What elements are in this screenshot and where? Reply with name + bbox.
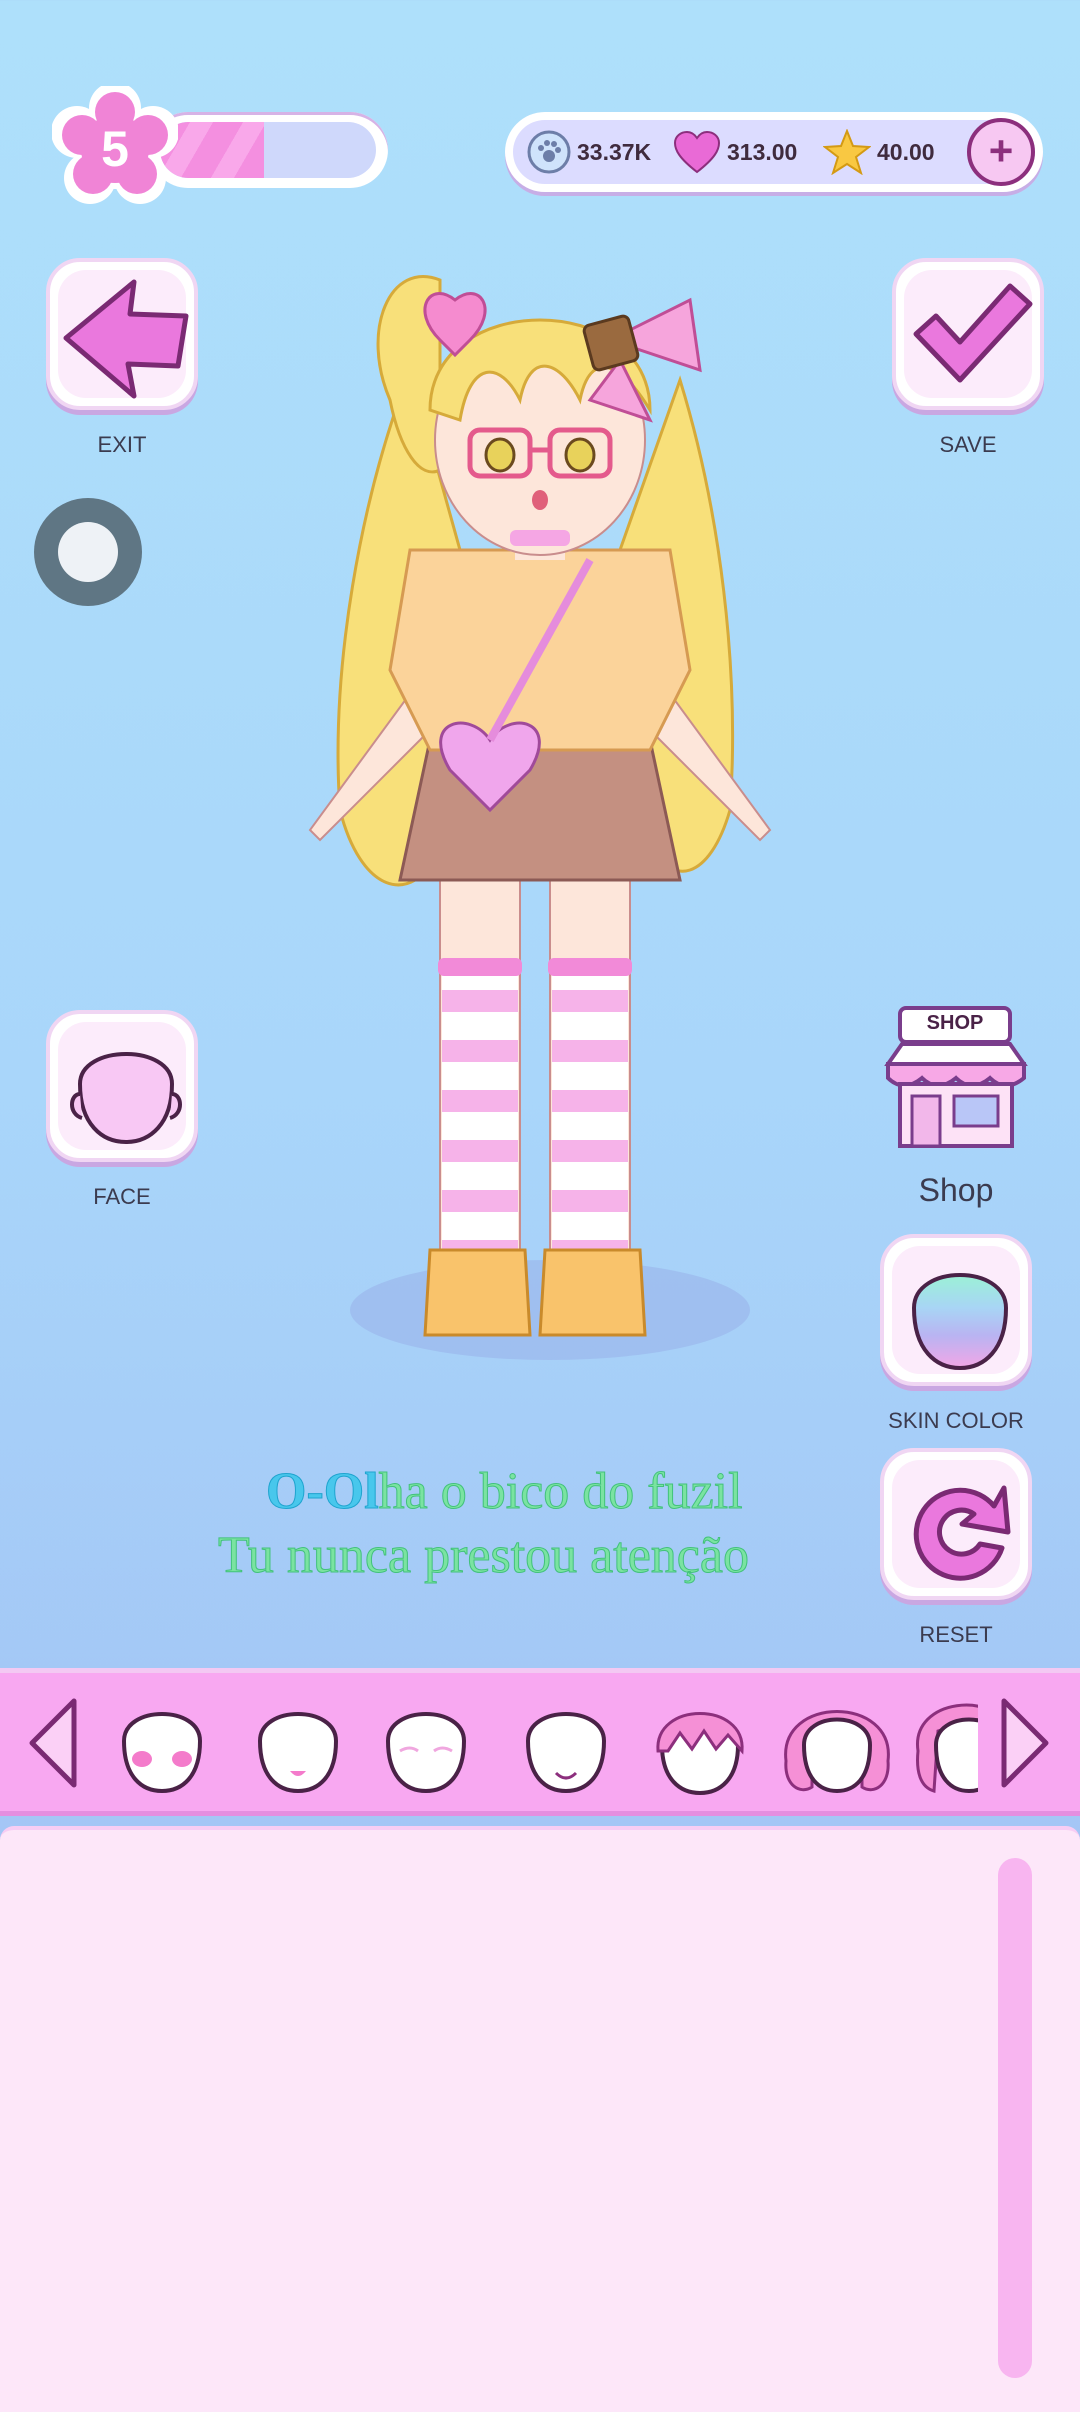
hair-short-icon (656, 1712, 744, 1796)
face-smile-icon (525, 1712, 607, 1794)
save-button[interactable] (892, 258, 1044, 410)
head-icon (70, 1052, 182, 1145)
star-counter: 40.00 (823, 120, 935, 184)
face-mouth-icon (257, 1712, 339, 1794)
xp-progress-bar (150, 112, 388, 188)
skin-color-label: SKIN COLOR (888, 1408, 1024, 1433)
hair-bob-icon (784, 1710, 890, 1794)
item-hair-side-pink[interactable] (910, 1691, 978, 1799)
paw-coin-icon (527, 130, 571, 174)
level-number: 5 (101, 121, 129, 177)
skin-color-button[interactable] (880, 1234, 1032, 1386)
face-button[interactable] (46, 1010, 198, 1162)
reset-label: RESET (919, 1622, 993, 1647)
item-face-closed-eyes[interactable] (372, 1691, 480, 1799)
heart-counter: 313.00 (673, 120, 797, 184)
exit-label: EXIT (97, 432, 147, 457)
back-arrow-icon (63, 279, 189, 399)
heart-value: 313.00 (727, 138, 798, 165)
lyric-line-1-rest: ha o bico do fuzil (378, 1463, 743, 1521)
currency-bar: 33.37K 313.00 40.00 + (505, 112, 1043, 192)
scroll-right-button[interactable] (996, 1695, 1054, 1791)
exit-button[interactable] (46, 258, 198, 410)
toggle-button[interactable] (34, 498, 142, 606)
lyric-highlight: O-Ol (266, 1463, 380, 1521)
item-face-mouth[interactable] (244, 1691, 352, 1799)
star-value: 40.00 (877, 138, 935, 165)
level-badge: 5 (51, 82, 179, 212)
reset-button[interactable] (880, 1448, 1032, 1600)
paw-coin-value: 33.37K (577, 138, 652, 165)
reset-arrow-icon (913, 1485, 1011, 1581)
face-blush-icon (121, 1712, 203, 1794)
character-avatar (290, 250, 790, 1370)
lyric-line-1: O-Olha o bico do fuzil (266, 1462, 744, 1521)
face-closed-eyes-icon (385, 1712, 467, 1794)
shop-button[interactable]: SHOP (882, 1004, 1030, 1154)
save-label: SAVE (939, 432, 997, 457)
checkmark-icon (913, 283, 1033, 383)
shop-label: Shop (918, 1172, 994, 1208)
paw-coin-counter: 33.37K (527, 120, 651, 184)
chevron-left-icon (29, 1698, 77, 1788)
item-face-blush[interactable] (108, 1691, 216, 1799)
toggle-knob (58, 522, 118, 582)
rainbow-head-icon (911, 1273, 1009, 1371)
panel-scrollbar[interactable] (998, 1858, 1032, 2378)
item-hair-short-pink[interactable] (646, 1691, 754, 1799)
item-category-bar (0, 1668, 1080, 1816)
heart-icon (673, 130, 721, 174)
lyric-line-2: Tu nunca prestou atenção (218, 1527, 750, 1585)
star-icon (823, 129, 871, 175)
hair-side-icon (916, 1703, 978, 1794)
item-face-smile[interactable] (512, 1691, 620, 1799)
face-label: FACE (93, 1184, 151, 1209)
scroll-left-button[interactable] (24, 1695, 82, 1791)
plus-icon: + (988, 127, 1014, 174)
item-hair-bob-pink[interactable] (778, 1691, 896, 1799)
item-selection-panel (0, 1826, 1080, 2412)
chevron-right-icon (1001, 1698, 1049, 1788)
add-currency-button[interactable]: + (967, 118, 1035, 186)
shop-sign-text: SHOP (926, 1012, 984, 1034)
